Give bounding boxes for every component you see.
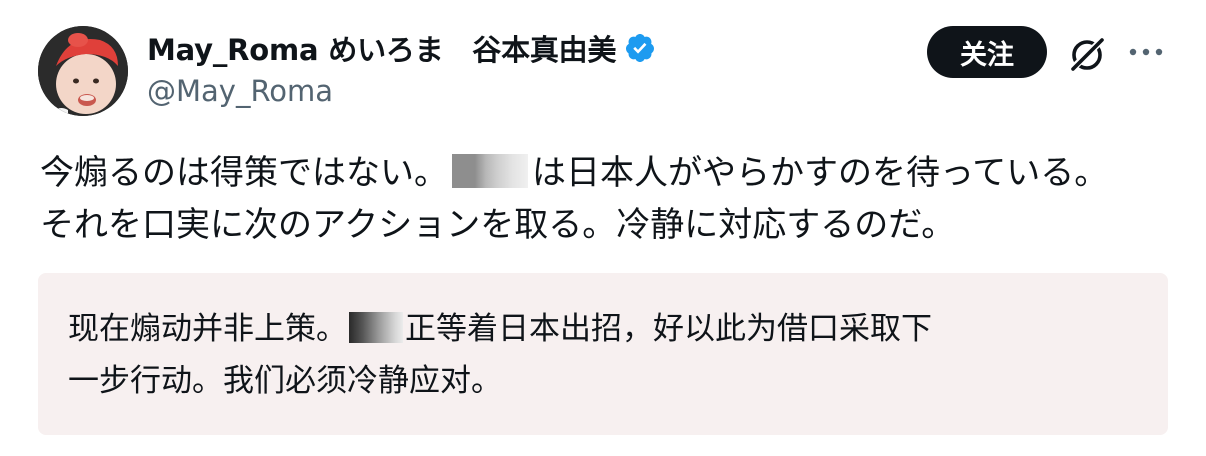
author-handle[interactable]: @May_Roma	[147, 74, 333, 108]
translation-text: 现在煽动并非上策。 正等着日本出招，好以此为借口采取下 一步行动。我们必须冷静应对…	[68, 303, 1138, 407]
more-options-icon[interactable]	[1127, 42, 1165, 62]
translation-box: 现在煽动并非上策。 正等着日本出招，好以此为借口采取下 一步行动。我们必须冷静应对…	[38, 273, 1168, 435]
author-name-row: May_Roma めいろま 谷本真由美	[147, 28, 656, 68]
tweet-text-part1: 今煽るのは得策ではない。	[40, 153, 448, 193]
redacted-mosaic	[452, 154, 528, 188]
baby-portrait-icon	[38, 26, 128, 116]
translation-text-part1: 现在煽动并非上策。	[68, 311, 347, 347]
avatar[interactable]	[38, 26, 128, 116]
follow-button[interactable]: 关注	[927, 26, 1047, 78]
grok-icon[interactable]	[1066, 33, 1108, 75]
redacted-mosaic-translation	[349, 312, 403, 343]
verified-badge-icon	[624, 32, 656, 64]
tweet-text: 今煽るのは得策ではない。 は日本人がやらかすのを待っている。 それを口実に次のアク…	[40, 147, 1180, 251]
tweet-post: May_Roma めいろま 谷本真由美 @May_Roma 关注 今煽るのは得策…	[0, 0, 1206, 456]
author-display-name[interactable]: May_Roma めいろま 谷本真由美	[147, 27, 616, 69]
